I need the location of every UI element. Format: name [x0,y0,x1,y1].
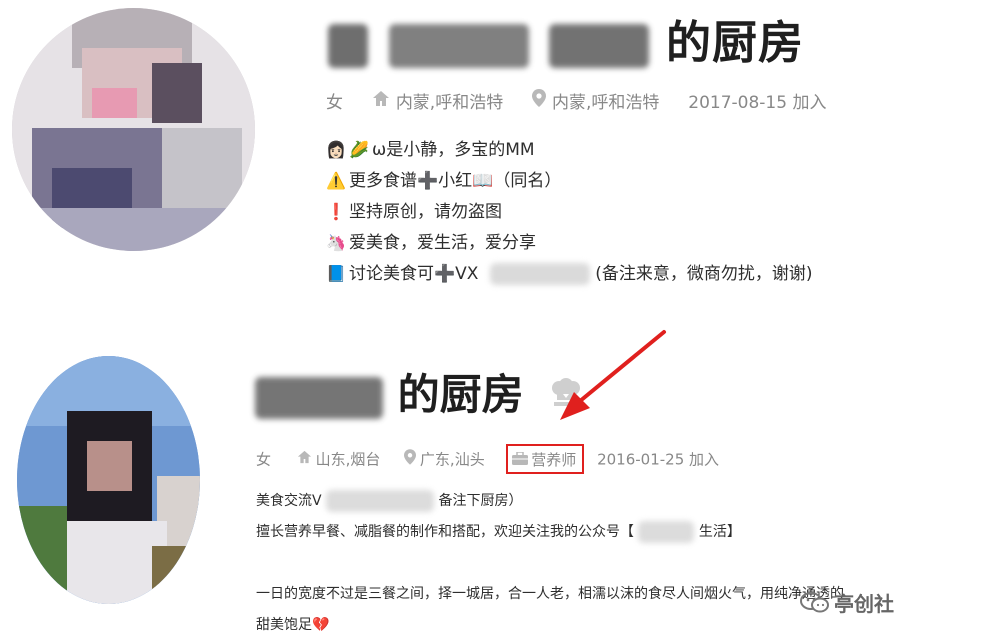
gender-text: 女 [326,93,343,113]
redacted-text [549,24,650,68]
unicorn-icon: 🦄 [326,233,346,252]
bio-line: 擅长营养早餐、减脂餐的制作和搭配，欢迎关注我的公众号【 生活】 [256,517,844,548]
avatar-pixel [87,441,132,491]
redacted-text [255,376,383,419]
profile1-title[interactable]: 的厨房 [328,6,804,71]
home-icon [372,90,390,112]
bio-line: 👩🏻 🌽 ω是小静，多宝的MM [326,134,813,165]
bio-line: ❗ 坚持原创，请勿盗图 [326,196,813,227]
watermark: 亭创社 [800,588,894,619]
bio-line: ⚠️ 更多食谱➕小红📖（同名） [326,165,813,196]
sprout-emoji-icon: 🌽 [349,140,369,159]
avatar-pixel [152,63,202,123]
profession-badge: 营养师 [506,444,585,474]
redacted-text [638,521,695,543]
profile1-meta: 女 内蒙,呼和浩特 内蒙,呼和浩特 2017-08-15 加入 [326,88,826,113]
profile1-title-text: 的厨房 [666,16,805,69]
bio-line: 甜美饱足💔 [256,617,330,633]
bio-line: 一日的宽度不过是三餐之间，择一城居，合一人老，相濡以沫的食尽人间烟火气，用纯净通… [256,586,844,602]
warning-icon: ⚠️ [326,171,346,190]
watermark-text: 亭创社 [834,592,894,616]
avatar-pixel [92,88,137,118]
location-text: 内蒙,呼和浩特 [552,93,660,113]
redacted-text [489,263,590,285]
redacted-text [328,24,368,68]
location-text: 广东,汕头 [419,450,485,469]
joined-date: 2017-08-15 加入 [688,93,827,113]
bio-line: 📘 讨论美食可➕VX (备注来意，微商勿扰，谢谢) [326,258,813,289]
bio-line [256,548,844,579]
profile1-bio: 👩🏻 🌽 ω是小静，多宝的MM ⚠️ 更多食谱➕小红📖（同名） ❗ 坚持原创，请勿盗图 … [326,134,813,289]
badge-label: 营养师 [531,451,577,469]
gender-text: 女 [256,450,272,469]
hometown-text: 内蒙,呼和浩特 [395,93,504,113]
location-pin-icon [532,89,547,112]
exclamation-icon: ❗ [326,202,346,221]
profile2-avatar[interactable] [17,356,200,604]
profile2-bio: 美食交流V 备注下厨房） 擅长营养早餐、减脂餐的制作和搭配，欢迎关注我的公众号【… [256,486,844,641]
redacted-text [388,24,529,68]
briefcase-icon [512,450,529,469]
profile2-title-text: 的厨房 [397,370,524,419]
avatar-pixel [12,208,255,251]
joined-date: 2016-01-25 加入 [597,450,720,469]
location-pin-icon [403,449,416,469]
avatar-pixel [17,506,67,604]
profile2-meta: 女 山东,烟台 广东,汕头 营养师 2016-01-25 加入 [256,444,719,474]
redacted-text [326,490,435,512]
red-arrow-annotation [560,330,666,420]
wechat-icon [800,592,830,619]
woman-emoji-icon: 👩🏻 [326,140,346,159]
book-icon: 📘 [326,264,346,283]
home-icon [297,450,312,468]
avatar-pixel [152,546,200,604]
hometown-text: 山东,烟台 [315,450,381,469]
profile2-title[interactable]: 的厨房 [255,361,582,422]
bio-line: 🦄 爱美食，爱生活，爱分享 [326,227,813,258]
profile1-avatar[interactable] [12,8,255,251]
bio-line: 美食交流V 备注下厨房） [256,486,844,517]
